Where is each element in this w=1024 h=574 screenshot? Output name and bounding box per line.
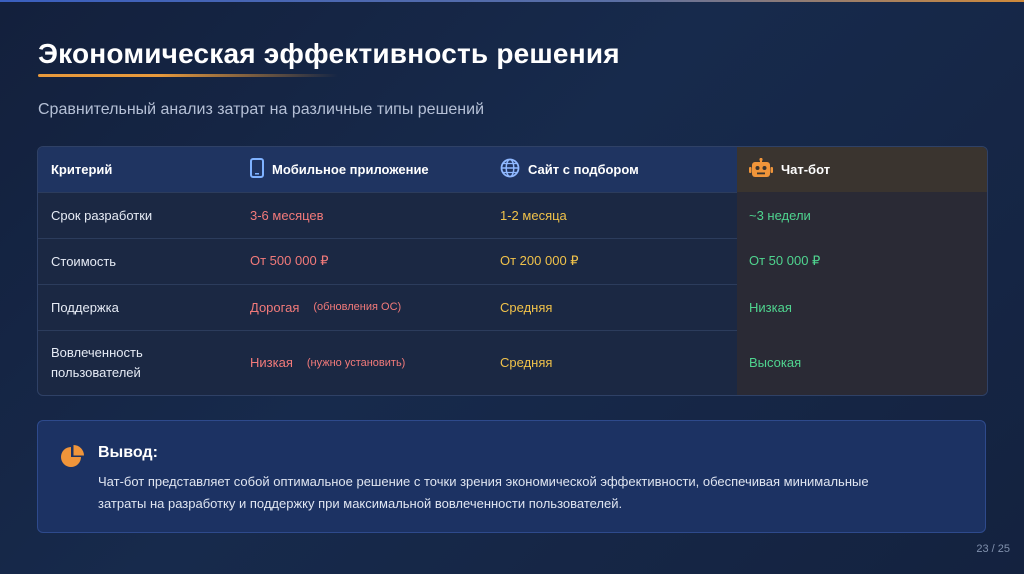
header-label: Мобильное приложение xyxy=(272,162,429,177)
header-bot: Чат-бот xyxy=(737,147,987,192)
header-criterion: Критерий xyxy=(38,147,238,192)
criterion-line: Вовлеченность xyxy=(51,344,143,360)
page-subtitle: Сравнительный анализ затрат на различные… xyxy=(38,101,485,118)
site-value: Средняя xyxy=(500,355,553,370)
mobile-value: 3-6 месяцев xyxy=(250,207,324,223)
robot-icon xyxy=(749,157,773,181)
title-underline xyxy=(38,74,338,77)
mobile-value: Низкая xyxy=(250,355,293,370)
conclusion-box: Вывод: Чат-бот представляет собой оптима… xyxy=(37,420,986,533)
table-row: Поддержка Дорогая (обновления ОС) Средня… xyxy=(38,284,987,331)
header-label: Критерий xyxy=(51,162,113,177)
table-row: Срок разработки 3-6 месяцев 1-2 месяца ~… xyxy=(38,192,987,239)
pie-chart-icon xyxy=(59,444,85,475)
mobile-note: (обновления ОС) xyxy=(313,301,402,313)
header-label: Сайт с подбором xyxy=(528,162,639,177)
site-value: Средняя xyxy=(500,299,553,315)
row-criterion: Вовлеченность пользователей xyxy=(38,330,238,395)
page-title: Экономическая эффективность решения xyxy=(38,38,620,69)
bot-value: От 50 000 ₽ xyxy=(737,238,987,284)
mobile-cell: Низкая (нужно установить) xyxy=(238,330,488,395)
row-criterion: Срок разработки xyxy=(51,207,153,223)
conclusion-title: Вывод: xyxy=(98,444,158,461)
mobile-value: От 500 000 ₽ xyxy=(250,253,329,268)
top-accent-line xyxy=(0,0,1024,2)
conclusion-text: Чат-бот представляет собой оптимальное р… xyxy=(98,474,869,511)
site-value: От 200 000 ₽ xyxy=(500,253,579,268)
globe-icon xyxy=(500,158,520,181)
table-header-row: Критерий Мобильное приложение Сайт с под… xyxy=(38,147,987,193)
page-number: 23 / 25 xyxy=(976,543,1010,555)
criterion-line: пользователей xyxy=(51,364,141,380)
row-criterion: Поддержка xyxy=(51,299,119,315)
mobile-value: Дорогая xyxy=(250,299,300,315)
table-row: Стоимость От 500 000 ₽ От 200 000 ₽ От 5… xyxy=(38,238,987,285)
header-mobile: Мобильное приложение xyxy=(238,147,488,192)
smartphone-icon xyxy=(250,158,264,181)
header-site: Сайт с подбором xyxy=(488,147,737,192)
bot-value: ~3 недели xyxy=(737,192,987,238)
mobile-note: (нужно установить) xyxy=(306,356,406,369)
site-value: 1-2 месяца xyxy=(500,207,567,223)
bot-value: Низкая xyxy=(737,284,987,330)
comparison-table: Критерий Мобильное приложение Сайт с под… xyxy=(37,146,988,396)
mobile-cell: Дорогая (обновления ОС) xyxy=(238,284,488,330)
row-criterion: Стоимость xyxy=(51,253,117,269)
bot-value: Высокая xyxy=(737,330,987,395)
header-label: Чат-бот xyxy=(781,162,831,177)
table-row: Вовлеченность пользователей Низкая (нужн… xyxy=(38,330,987,395)
